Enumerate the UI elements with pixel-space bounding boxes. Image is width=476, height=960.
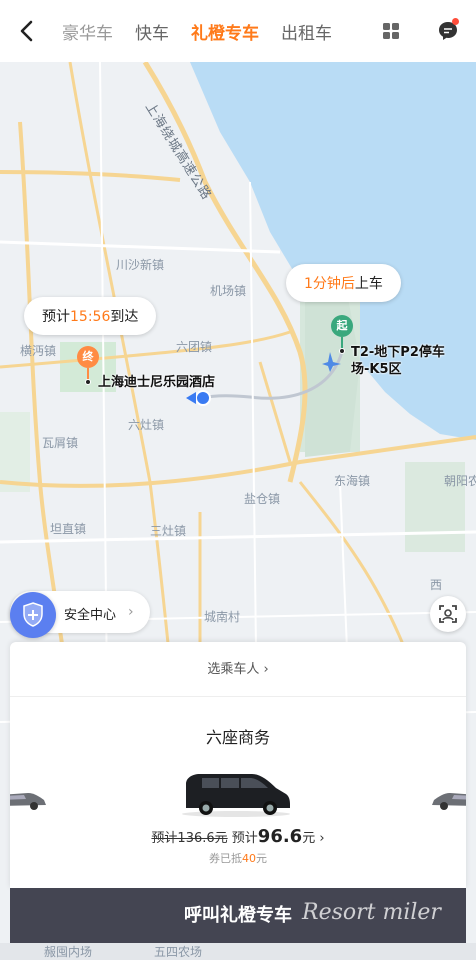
destination-pin[interactable]: 终 (77, 346, 99, 368)
map-bottom-strip: 五四农场 赧囤内场 (0, 943, 476, 960)
original-price: 预计136.6元 (151, 831, 228, 846)
pickup-bubble: 1分钟后上车 (286, 264, 401, 302)
map-label-sanzao: 三灶镇 (150, 524, 187, 538)
car-next-icon[interactable] (430, 787, 466, 811)
pickup-time: 1分钟后 (304, 276, 355, 292)
grid-menu-icon[interactable] (383, 23, 399, 39)
coupon-value: 40 (242, 852, 256, 865)
origin-name-line1: T2-地下P2停车 (351, 345, 445, 360)
map-label-jichang: 机场镇 (210, 284, 247, 298)
destination-dot (85, 379, 91, 385)
coupon-suffix: 元 (256, 852, 267, 865)
notification-dot (452, 18, 459, 25)
map-label-donghai: 东海镇 (334, 474, 371, 488)
map-label-hengmian: 横沔镇 (20, 344, 57, 358)
origin-name[interactable]: T2-地下P2停车 场-K5区 (351, 344, 445, 378)
tab-premier[interactable]: 礼橙专车 (191, 19, 259, 44)
chevron-right-icon: › (128, 604, 134, 620)
select-passenger-button[interactable]: 选乘车人 › (10, 642, 466, 697)
top-nav-bar: 豪华车 快车 礼橙专车 出租车 (0, 0, 476, 62)
tab-express[interactable]: 快车 (135, 19, 169, 44)
origin-pin[interactable]: 起 (331, 315, 353, 337)
estimate-value: 96.6 (257, 826, 303, 847)
eta-time: 15:56 (70, 309, 111, 325)
service-tabs: 豪华车 快车 礼橙专车 出租车 (56, 0, 386, 62)
watermark: Resort miler (302, 900, 441, 925)
estimate-suffix: 元 › (302, 831, 325, 846)
business-van-image[interactable] (180, 770, 292, 818)
tab-taxi[interactable]: 出租车 (281, 19, 332, 44)
car-prev-icon[interactable] (10, 787, 48, 811)
origin-name-line2: 场-K5区 (351, 362, 402, 377)
shield-icon[interactable] (10, 592, 56, 638)
eta-prefix: 预计 (42, 309, 70, 325)
map-label-bottom-left: 赧囤内场 (44, 945, 93, 959)
eta-suffix: 到达 (110, 309, 139, 325)
pickup-suffix: 上车 (354, 276, 383, 292)
map-label-xi: 西 (430, 578, 443, 592)
tab-luxury[interactable]: 豪华车 (62, 19, 113, 44)
origin-dot (339, 348, 345, 354)
estimate-prefix: 预计 (231, 831, 258, 846)
map-label-chaoyang: 朝阳农 (444, 474, 476, 488)
map-label-tanzhi: 坦直镇 (50, 522, 87, 536)
map-label-yancang: 盐仓镇 (244, 492, 281, 506)
eta-bubble: 预计15:56到达 (24, 297, 157, 335)
car-type-label: 六座商务 (205, 728, 270, 747)
ride-card: 选乘车人 › 六座商务 预计136.6元 预计96.6元 › 券已抵40元 (10, 642, 466, 888)
safety-center-label: 安全中心 (64, 608, 117, 623)
map-label-liutuan: 六团镇 (176, 340, 213, 354)
scan-focus-icon (439, 605, 457, 623)
coupon-note: 券已抵40元 (10, 850, 466, 866)
app-root: 上海绕城高速公路 川沙新镇 机场镇 横沔镇 六团镇 六灶镇 瓦屑镇 盐仓镇 东海… (0, 0, 476, 960)
map-label-chuansha: 川沙新镇 (116, 258, 165, 272)
price-estimate[interactable]: 预计136.6元 预计96.6元 › (10, 826, 466, 847)
destination-name[interactable]: 上海迪士尼乐园酒店 (98, 374, 215, 391)
coupon-prefix: 券已抵 (209, 852, 242, 865)
locate-button[interactable] (430, 596, 466, 632)
back-arrow-icon[interactable] (14, 18, 40, 44)
map-label-chengnan: 城南村 (204, 610, 241, 624)
map-label-waxie: 瓦屑镇 (42, 436, 79, 450)
map-label-wusi: 五四农场 (154, 945, 203, 959)
map-label-liuzao: 六灶镇 (128, 418, 165, 432)
